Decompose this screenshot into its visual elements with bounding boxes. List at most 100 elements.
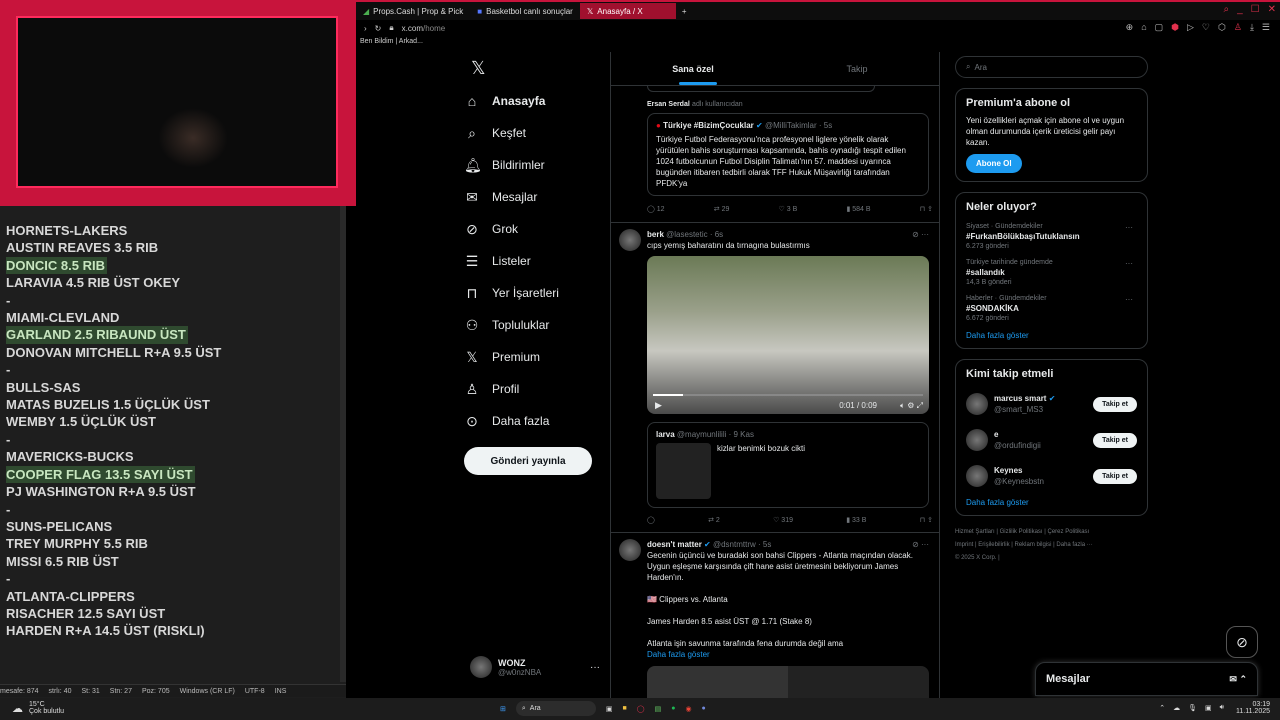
trend-item[interactable]: Türkiye tarihinde gündemde #sallandık 14,3… xyxy=(966,259,1137,286)
post-media[interactable] xyxy=(647,666,929,698)
more-icon[interactable]: ⊘ ··· xyxy=(912,229,929,240)
bookmark-item[interactable]: Ben Bildim | Arkad... xyxy=(356,38,1280,50)
show-more-link[interactable]: Daha fazla göster xyxy=(966,498,1137,507)
views-button[interactable]: ▮ 33 B xyxy=(846,516,866,524)
x-logo-icon[interactable]: 𝕏 xyxy=(471,58,486,79)
opera-icon[interactable]: ◯ xyxy=(637,705,645,713)
editor-scrollbar[interactable] xyxy=(340,206,346,682)
show-more-link[interactable]: Daha fazla göster xyxy=(647,649,929,660)
grok-button[interactable]: ⊘ xyxy=(1226,626,1258,658)
maximize-button[interactable]: ☐ xyxy=(1251,4,1260,15)
footer-link[interactable]: Reklam bilgisi xyxy=(1015,542,1052,548)
download-icon[interactable]: ⤓ xyxy=(1250,22,1254,33)
close-button[interactable]: ✕ xyxy=(1268,4,1276,15)
like-button[interactable]: ♡ 3 B xyxy=(779,205,798,213)
tab-props-cash[interactable]: ◢ Props.Cash | Prop & Pick xyxy=(356,3,470,19)
footer-link[interactable]: Gizlilik Politikası xyxy=(1000,529,1043,535)
follow-button[interactable]: Takip et xyxy=(1093,432,1137,448)
sidebar-item-people[interactable]: ⚇ Topluluklar xyxy=(464,309,604,341)
repost-button[interactable]: ⇄ 2 xyxy=(708,516,720,524)
search-input[interactable]: ⌕ Ara xyxy=(955,56,1148,78)
chrome-icon[interactable]: ◉ xyxy=(685,705,691,713)
play-icon[interactable]: ▷ xyxy=(1187,22,1194,33)
account-switcher[interactable]: WONZ @w0nzNBA ··· xyxy=(470,656,600,678)
video-player[interactable]: ▶ 0:01 / 0:09 🔈︎ ⚙ ⤢ xyxy=(647,256,929,414)
weather-widget[interactable]: ☁ 15°C Çok bulutlu xyxy=(12,701,64,715)
menu-icon[interactable]: ☰ xyxy=(1262,22,1270,33)
sidebar-item-bell[interactable]: 🔔︎ Bildirimler xyxy=(464,149,604,181)
reply-button[interactable]: ◯ xyxy=(647,516,655,524)
subscribe-button[interactable]: Abone Ol xyxy=(966,154,1022,173)
quoted-post[interactable]: larva @maymunlilili · 9 Kas kizlar benim… xyxy=(647,422,929,508)
play-icon[interactable]: ▶ xyxy=(655,400,662,411)
bookmark-button[interactable]: ⊓ ⇪ xyxy=(920,205,933,213)
sidebar-item-mail[interactable]: ✉ Mesajlar xyxy=(464,181,604,213)
more-icon[interactable]: ··· xyxy=(1125,223,1133,232)
trend-item[interactable]: Haberler · Gündemdekiler #SONDAKİKA 6.672 … xyxy=(966,295,1137,322)
forward-icon[interactable]: › xyxy=(364,24,367,33)
zoom-icon[interactable]: ⊕ xyxy=(1126,22,1134,33)
search-icon[interactable]: ⌕ xyxy=(1223,4,1229,15)
footer-link[interactable]: © 2025 X Corp. xyxy=(955,555,996,561)
reload-icon[interactable]: ↻ xyxy=(375,24,382,33)
extensions-icon[interactable]: ⬡ xyxy=(1218,22,1226,33)
more-icon[interactable]: ⊘ ··· xyxy=(912,539,929,550)
more-icon[interactable]: ··· xyxy=(1125,259,1133,268)
clock[interactable]: 03:19 11.11.2025 xyxy=(1236,701,1270,715)
follow-suggestion[interactable]: marcus smart ✔ @smart_MS3 Takip et xyxy=(966,386,1137,422)
taskview-icon[interactable]: ▣ xyxy=(606,705,613,713)
footer-link[interactable]: Imprint xyxy=(955,542,973,548)
spotify-icon[interactable]: ● xyxy=(671,705,675,712)
notes-text[interactable]: HORNETS-LAKERS AUSTIN REAVES 3.5 RIB DONCI… xyxy=(6,222,336,640)
compose-expand-icon[interactable]: ✉ ⌃ xyxy=(1229,674,1247,685)
bookmark-button[interactable]: ⊓ ⇪ xyxy=(920,516,933,524)
trend-item[interactable]: Siyaset · Gündemdekiler #FurkanBölükbaşıT… xyxy=(966,223,1137,250)
snapshot-icon[interactable]: ▢ xyxy=(1155,22,1164,33)
taskbar-search[interactable]: ⌕ Ara xyxy=(515,701,596,716)
pin-icon[interactable]: ⌂ xyxy=(1141,22,1146,33)
sidebar-item-search[interactable]: ⌕ Keşfet xyxy=(464,117,604,149)
sidebar-item-grok[interactable]: ⊘ Grok xyxy=(464,213,604,245)
repost-button[interactable]: ⇄ 29 xyxy=(714,205,730,213)
footer-link[interactable]: Hizmet Şartları xyxy=(955,529,995,535)
follow-suggestion[interactable]: Keynes @Keynesbstn Takip et xyxy=(966,458,1137,494)
footer-link[interactable]: Erişilebilirlik xyxy=(978,542,1009,548)
video-controls-icon[interactable]: 🔈︎ ⚙ ⤢ xyxy=(900,401,923,411)
tab-x-home[interactable]: 𝕏 Anasayfa / X xyxy=(579,3,676,19)
minimize-button[interactable]: _ xyxy=(1237,4,1243,15)
heart-icon[interactable]: ♡ xyxy=(1202,22,1210,33)
messages-drawer[interactable]: Mesajlar ✉ ⌃ xyxy=(1035,662,1258,696)
footer-link[interactable]: Daha fazla ··· xyxy=(1056,542,1092,548)
system-tray[interactable]: ⌃ ☁ 🎙︎ ▣ 🔊︎ xyxy=(1159,704,1224,712)
post-button[interactable]: Gönderi yayınla xyxy=(464,447,592,475)
shield-icon[interactable]: ⬢ xyxy=(1171,22,1179,33)
quoted-post[interactable]: ● Türkiye #BizimÇocuklar ✔ @MilliTakimla… xyxy=(647,113,929,196)
more-icon[interactable]: ··· xyxy=(590,662,600,673)
post[interactable]: Ersan Serdal adlı kullanıcıdan ● Türkiye… xyxy=(611,86,939,196)
sidebar-item-list[interactable]: ☰ Listeler xyxy=(464,245,604,277)
reply-button[interactable]: ◯ 12 xyxy=(647,205,665,213)
discord-icon[interactable]: ● xyxy=(702,705,706,712)
like-button[interactable]: ♡ 319 xyxy=(773,516,793,524)
sidebar-item-bookmark[interactable]: ⊓ Yer İşaretleri xyxy=(464,277,604,309)
tab-following[interactable]: Takip xyxy=(775,52,939,85)
sidebar-item-home[interactable]: ⌂ Anasayfa xyxy=(464,85,604,117)
post[interactable]: doesn't matter ✔ @dsntmttrw · 5s ⊘ ··· Ge… xyxy=(611,533,939,698)
follow-button[interactable]: Takip et xyxy=(1093,396,1137,412)
views-button[interactable]: ▮ 584 B xyxy=(846,205,870,213)
tab-for-you[interactable]: Sana özel xyxy=(611,52,775,85)
new-tab-button[interactable]: + xyxy=(676,7,693,16)
video-progress[interactable] xyxy=(653,394,923,396)
sidebar-item-person[interactable]: ♙ Profil xyxy=(464,373,604,405)
footer-link[interactable]: Çerez Politikası xyxy=(1048,529,1090,535)
start-icon[interactable]: ⊞ xyxy=(500,705,506,713)
sidebar-item-x[interactable]: 𝕏 Premium xyxy=(464,341,604,373)
follow-suggestion[interactable]: e @ordufindigii Takip et xyxy=(966,422,1137,458)
folder-icon[interactable]: ■ xyxy=(623,705,627,712)
notepad-icon[interactable]: ▤ xyxy=(655,705,662,713)
follow-button[interactable]: Takip et xyxy=(1093,468,1137,484)
profile-icon[interactable]: ♙ xyxy=(1234,22,1242,33)
sidebar-item-more[interactable]: ⊙ Daha fazla xyxy=(464,405,604,437)
more-icon[interactable]: ··· xyxy=(1125,295,1133,304)
tab-basketbol[interactable]: ■ Basketbol canlı sonuçlar xyxy=(470,3,580,19)
